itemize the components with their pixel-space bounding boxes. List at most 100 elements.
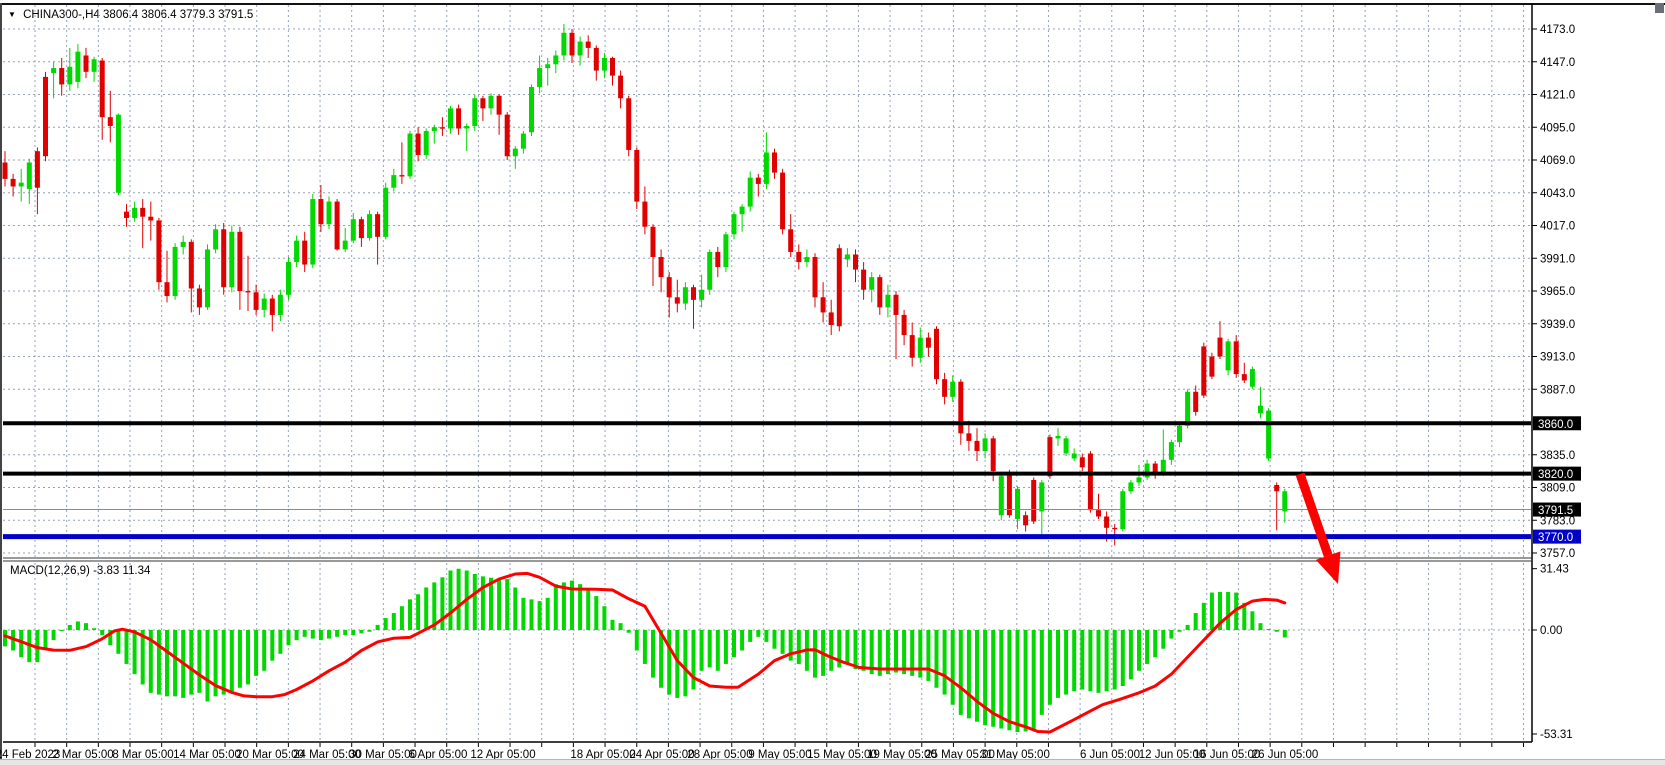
macd-bar [756,630,760,637]
macd-bar [935,630,939,688]
macd-bar [457,569,461,630]
bear-candle-body [570,33,575,56]
bull-candle-body [748,178,753,207]
bull-candle-body [343,241,348,250]
bear-candle-body [35,151,40,188]
bear-candle-body [43,77,48,156]
bear-candle-body [829,312,834,325]
macd-bar [1283,630,1287,637]
price-chart-canvas[interactable]: 4173.04147.04121.04095.04069.04043.04017… [0,0,1665,765]
macd-bar [84,623,88,630]
bear-candle-body [375,214,380,237]
price-axis[interactable]: 4173.04147.04121.04095.04069.04043.04017… [1532,24,1581,560]
bear-candle-body [399,175,404,176]
macd-bar [440,577,444,630]
macd-bar [303,630,307,637]
arrow-head-icon[interactable] [1316,551,1341,584]
macd-bar [206,630,210,701]
bull-candle-body [391,175,396,188]
bear-candle-body [156,220,161,282]
price-tick-label: 3757.0 [1540,548,1575,560]
macd-bar [368,630,372,632]
bear-candle-body [634,150,639,202]
macd-bar [1153,630,1157,657]
macd-bar [683,630,687,696]
macd-bar [1145,630,1149,664]
bull-candle-body [278,295,283,315]
candles-layer[interactable] [3,24,1288,545]
macd-bar [400,606,404,630]
macd-bar [254,630,258,676]
macd-bar [416,594,420,630]
bear-candle-body [1193,392,1198,412]
bull-candle-body [740,207,745,215]
bull-candle-body [553,55,558,64]
macd-bar [886,630,890,674]
bear-candle-body [902,315,907,335]
trend-arrow[interactable] [1300,474,1340,584]
bull-candle-body [1266,411,1271,459]
bull-candle-body [51,68,56,73]
bull-candle-body [489,96,494,109]
bear-candle-body [651,227,656,257]
bear-candle-body [966,433,971,441]
bear-candle-body [1242,374,1247,380]
bear-candle-body [626,98,631,150]
bear-candle-body [11,179,16,187]
macd-bar [1129,630,1133,679]
macd-bar [578,584,582,630]
bull-candle-body [432,127,437,131]
macd-bar [1259,623,1263,630]
bull-candle-body [723,234,728,267]
bull-candle-body [1177,426,1182,442]
bear-candle-body [108,117,113,126]
macd-bar [1007,630,1011,730]
bull-candle-body [1169,442,1174,460]
macd-bar [311,630,315,639]
macd-bar [351,630,355,635]
macd-bar [295,630,299,640]
macd-bar [287,630,291,645]
macd-bar [1210,593,1214,630]
macd-bar [975,630,979,722]
macd-bar [781,630,785,654]
price-tick-label: 3835.0 [1540,450,1575,462]
bear-candle-body [1023,515,1028,525]
macd-bar [611,620,615,630]
macd-bar [789,630,793,661]
bear-candle-body [221,229,226,287]
bull-candle-body [1064,438,1069,453]
arrow-shaft[interactable] [1300,474,1328,556]
bear-candle-body [165,282,170,296]
bear-candle-body [861,270,866,290]
bear-candle-body [796,252,801,262]
bear-candle-body [302,241,307,265]
bear-candle-body [1234,341,1239,374]
macd-bar [1064,630,1068,695]
bear-candle-body [772,152,777,172]
macd-bar [651,630,655,678]
macd-bar [424,587,428,630]
macd-bar [157,630,161,695]
macd-axis[interactable]: 31.430.00-53.31 [1532,564,1573,741]
bull-candle-body [132,208,137,218]
macd-bar [659,630,663,688]
bull-candle-body [19,183,24,187]
bear-candle-body [675,297,680,303]
bear-candle-body [958,382,963,434]
bear-candle-body [197,288,202,307]
price-tick-label: 4043.0 [1540,188,1575,200]
macd-bar [92,628,96,630]
bull-candle-body [578,42,583,56]
bull-candle-body [707,252,712,290]
macd-bar [1194,613,1198,630]
bull-candle-body [732,214,737,234]
macd-bar [554,584,558,630]
macd-bar [449,570,453,630]
bull-candle-body [229,232,234,287]
bear-candle-body [246,291,251,292]
macd-bar [716,630,720,671]
macd-bar [319,630,323,640]
bull-candle-body [885,295,890,308]
macd-bar [740,630,744,650]
